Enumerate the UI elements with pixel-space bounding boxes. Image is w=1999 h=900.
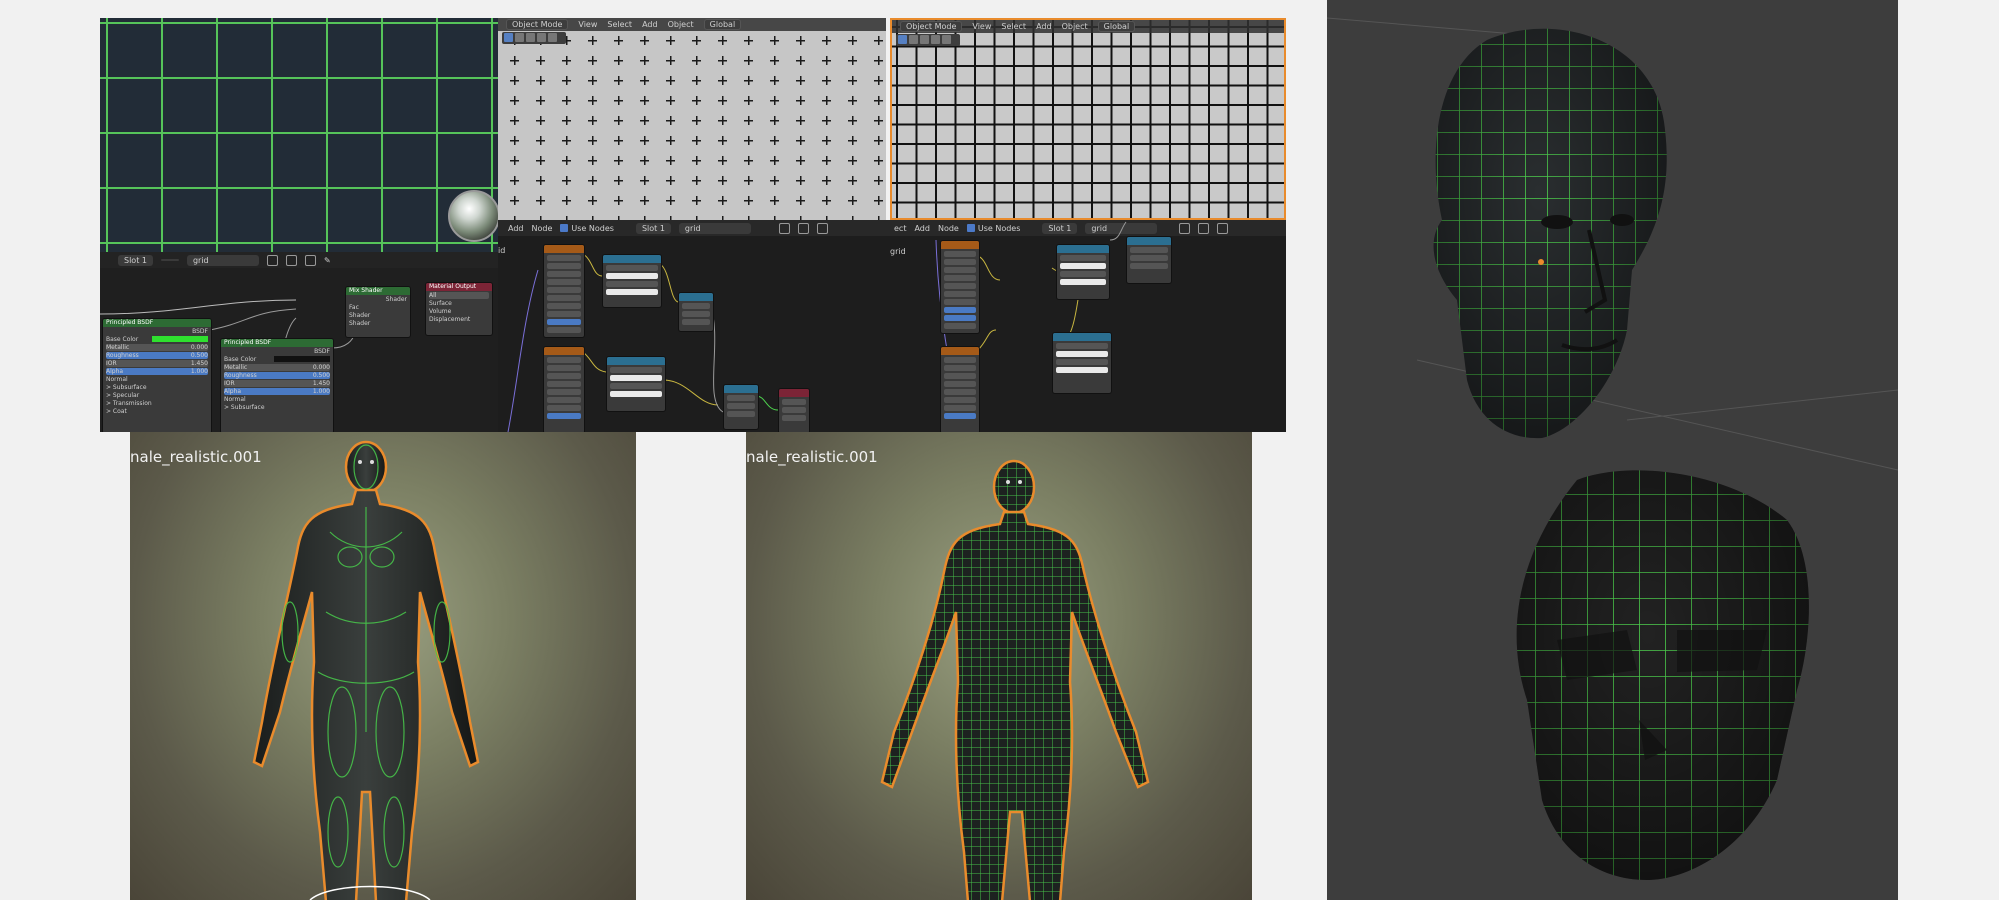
node-title: Principled BSDF (221, 339, 333, 347)
node-title-bar (603, 255, 661, 263)
menu-add[interactable]: Add (1036, 22, 1052, 31)
panel-transmission[interactable]: > Transmission (106, 400, 208, 407)
multiply-math-node[interactable] (723, 384, 759, 430)
node-title-bar (679, 293, 713, 301)
node-title-bar (1053, 333, 1111, 341)
multiply-math-node[interactable] (1126, 236, 1172, 284)
menu-select[interactable]: Select (607, 20, 632, 29)
plus-pattern (498, 18, 886, 220)
node-title-bar (724, 385, 758, 393)
param-normal: Normal (224, 396, 246, 403)
param-normal: Normal (106, 376, 128, 383)
node-title: Material Output (426, 283, 492, 291)
select-subtract-icon[interactable] (920, 35, 929, 44)
select-mode-buttons[interactable] (502, 32, 566, 44)
socket-bsdf: BSDF (192, 328, 208, 335)
wave-texture-node-2[interactable] (543, 346, 585, 432)
head-render-viewport[interactable] (1327, 0, 1898, 900)
plus-texture-viewport[interactable]: Object Mode View Select Add Object Globa… (498, 18, 886, 220)
menu-view[interactable]: View (972, 22, 991, 31)
grid-texture-viewport[interactable] (100, 18, 500, 253)
black-grid-viewport[interactable]: Object Mode View Select Add Object Globa… (890, 18, 1286, 220)
color-ramp-node-2[interactable] (1052, 332, 1112, 394)
maximum-math-node[interactable] (678, 292, 714, 332)
color-ramp-node-1[interactable] (1056, 244, 1110, 300)
select-invert-icon[interactable] (931, 35, 940, 44)
socket-bsdf: BSDF (314, 348, 330, 355)
viewport-header: Object Mode View Select Add Object Globa… (892, 20, 1284, 33)
menu-object[interactable]: Object (668, 20, 694, 29)
material-output-node[interactable] (778, 388, 810, 432)
menu-add[interactable]: Add (642, 20, 658, 29)
socket-shader-1: Shader (349, 312, 371, 319)
color-ramp-node-1[interactable] (602, 254, 662, 308)
body-viewport-left[interactable]: nale_realistic.001 (130, 432, 636, 900)
select-extend-icon[interactable] (515, 33, 524, 42)
param-metallic[interactable]: Metallic 0.000 (106, 344, 208, 351)
body-viewport-right[interactable]: nale_realistic.001 (746, 432, 1252, 900)
param-metallic[interactable]: Metallic 0.000 (224, 364, 330, 371)
socket-shader-out: Shader (385, 296, 407, 303)
menu-object[interactable]: Object (1062, 22, 1088, 31)
select-extend-icon[interactable] (909, 35, 918, 44)
color-ramp-node-2[interactable] (606, 356, 666, 412)
output-target-dropdown[interactable]: All (429, 292, 489, 299)
socket-shader-2: Shader (349, 320, 371, 327)
socket-fac: Fac (349, 304, 359, 311)
panel-subsurface[interactable]: > Subsurface (224, 404, 330, 411)
select-subtract-icon[interactable] (526, 33, 535, 42)
node-title-bar (779, 389, 809, 397)
select-invert-icon[interactable] (537, 33, 546, 42)
socket-displacement: Displacement (429, 316, 471, 323)
orientation-dropdown[interactable]: Global (703, 19, 742, 30)
shader-editor-right[interactable]: ect Add Node Use Nodes Slot 1 grid grid (888, 220, 1286, 432)
wave-texture-node-1[interactable] (940, 240, 980, 334)
panel-coat[interactable]: > Coat (106, 408, 208, 415)
material-output-node[interactable]: Material Output All Surface Volume Displ… (425, 282, 493, 336)
node-title-bar (941, 241, 979, 249)
param-roughness[interactable]: Roughness 0.500 (224, 372, 330, 379)
wave-texture-node-1[interactable] (543, 244, 585, 338)
panel-specular[interactable]: > Specular (106, 392, 208, 399)
param-ior[interactable]: IOR 1.450 (106, 360, 208, 367)
param-alpha[interactable]: Alpha 1.000 (106, 368, 208, 375)
param-ior[interactable]: IOR 1.450 (224, 380, 330, 387)
param-base-color[interactable]: Base Color (106, 336, 208, 343)
principled-bsdf-node-b[interactable]: Principled BSDF BSDF Base Color Metallic… (220, 338, 334, 432)
node-title-bar (544, 347, 584, 355)
node-title-bar (544, 245, 584, 253)
node-title-bar (607, 357, 665, 365)
param-roughness[interactable]: Roughness 0.500 (106, 352, 208, 359)
param-base-color[interactable]: Base Color (224, 356, 330, 363)
panel-subsurface[interactable]: > Subsurface (106, 384, 208, 391)
node-title-bar (941, 347, 979, 355)
object-mode-dropdown[interactable]: Object Mode (900, 21, 963, 32)
female-body-render (252, 440, 480, 900)
mix-shader-node[interactable]: Mix Shader Shader Fac Shader Shader (345, 286, 411, 338)
node-title-bar (1127, 237, 1171, 245)
object-mode-dropdown[interactable]: Object Mode (506, 19, 569, 30)
menu-view[interactable]: View (578, 20, 597, 29)
param-alpha[interactable]: Alpha 1.000 (224, 388, 330, 395)
principled-bsdf-node-a[interactable]: Principled BSDF BSDF Base Color Metallic… (102, 318, 212, 432)
select-intersect-icon[interactable] (942, 35, 951, 44)
select-box-icon[interactable] (898, 35, 907, 44)
wave-texture-node-2[interactable] (940, 346, 980, 432)
node-title: Principled BSDF (103, 319, 211, 327)
socket-volume: Volume (429, 308, 452, 315)
shader-editor-middle[interactable]: Add Node Use Nodes Slot 1 grid id (498, 220, 888, 432)
hdri-preview-icon[interactable] (448, 190, 500, 242)
node-title-bar (1057, 245, 1109, 253)
select-mode-buttons[interactable] (896, 34, 960, 46)
shader-editor-left[interactable]: Slot 1 grid ✎ Principled BSDF BSDF Base … (100, 252, 498, 432)
orientation-dropdown[interactable]: Global (1097, 21, 1136, 32)
female-body-grid-render (880, 459, 1150, 900)
viewport-header: Object Mode View Select Add Object Globa… (498, 18, 886, 31)
node-title: Mix Shader (346, 287, 410, 295)
select-intersect-icon[interactable] (548, 33, 557, 42)
socket-surface: Surface (429, 300, 452, 307)
head-renders (1327, 17, 1898, 880)
menu-select[interactable]: Select (1001, 22, 1026, 31)
select-box-icon[interactable] (504, 33, 513, 42)
